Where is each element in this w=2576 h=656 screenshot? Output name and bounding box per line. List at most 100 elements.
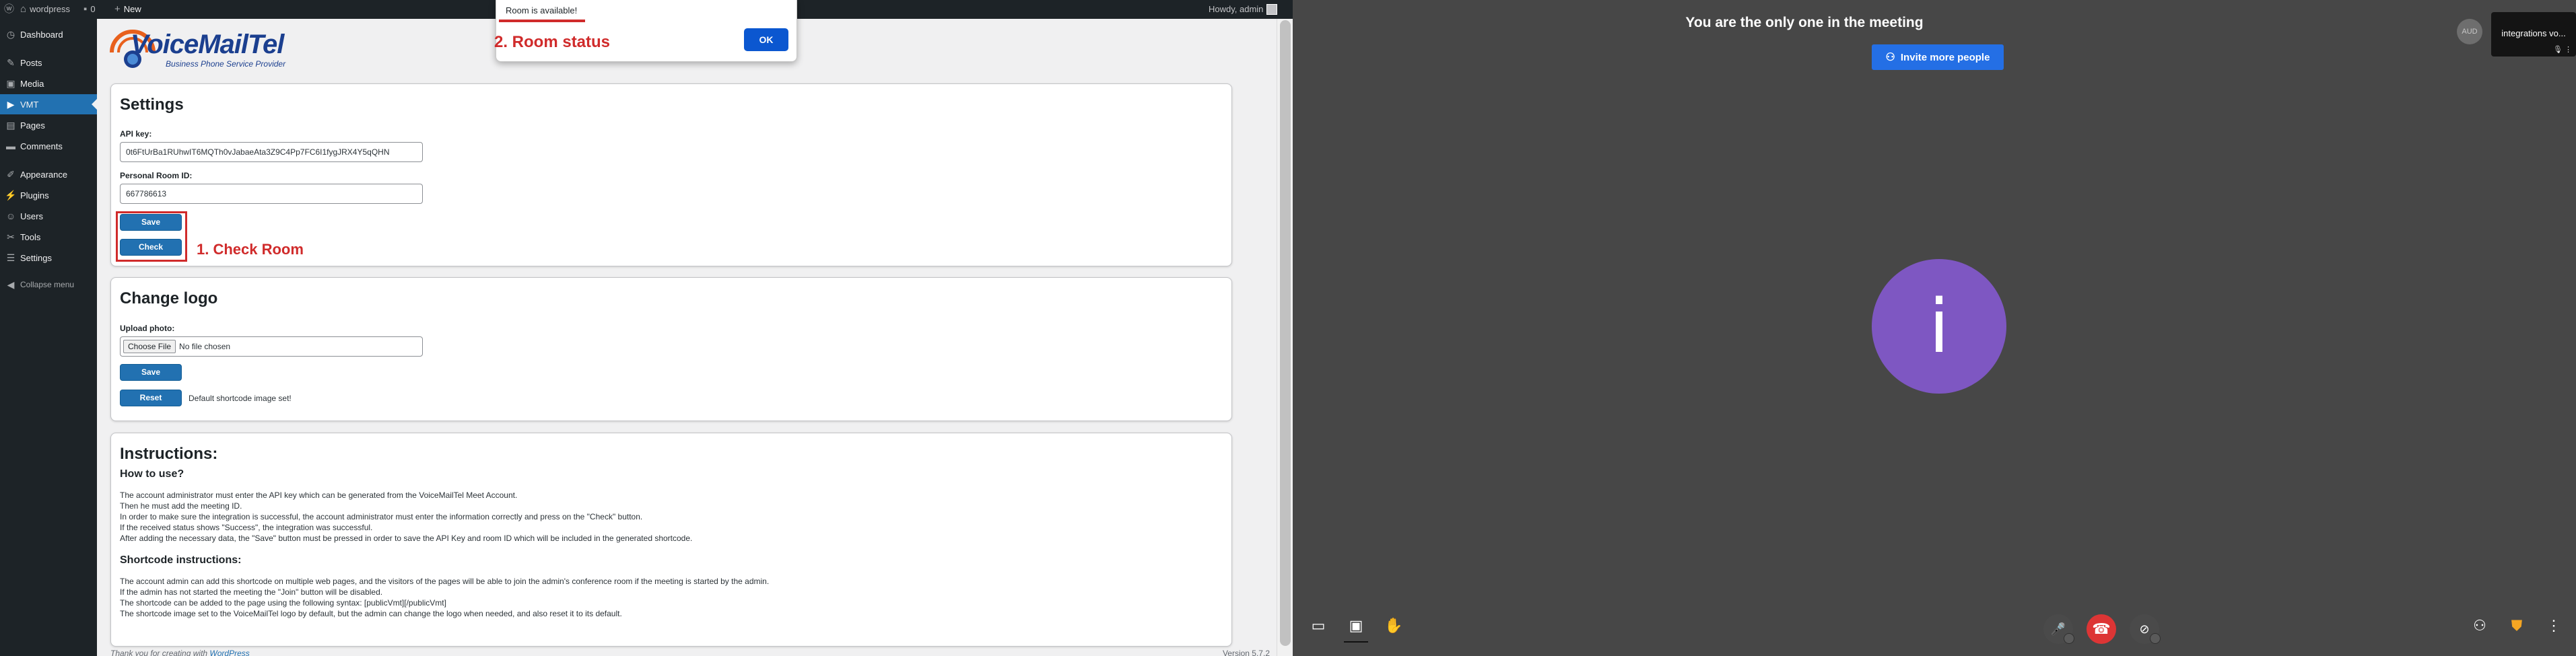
how-to-heading: How to use? [120,468,184,480]
alert-message: Room is available! [506,5,578,15]
instruction-line: The account administrator must enter the… [120,490,518,500]
site-name-link[interactable]: ⌂ wordpress [20,0,70,19]
user-icon: ☺ [5,211,16,221]
sidebar-item-appearance[interactable]: ✐ Appearance [0,164,97,184]
screen-share-icon[interactable]: ▣ [1344,614,1368,638]
plus-icon: + [114,3,121,15]
reset-logo-button[interactable]: Reset [120,390,182,406]
comment-icon: ▪ [83,3,88,15]
instructions-title: Instructions: [120,445,218,463]
room-id-input[interactable] [120,184,423,204]
comments-link[interactable]: ▪ 0 [83,0,96,19]
sidebar-item-comments[interactable]: ▬ Comments [0,136,97,156]
instruction-line: After adding the necessary data, the "Sa… [120,534,693,543]
camera-off-icon: ⊘ [2139,622,2150,636]
settings-card: Settings API key: Personal Room ID: Save… [110,83,1232,266]
instruction-line: In order to make sure the integration is… [120,512,643,521]
sidebar-item-users[interactable]: ☺ Users [0,206,97,226]
settings-icon: ☰ [6,252,15,263]
alert-message-underline [499,20,585,22]
page-icon: ▤ [6,119,15,131]
brush-icon: ✐ [7,168,15,180]
shortcode-line: If the admin has not started the meeting… [120,587,383,597]
upload-photo-label: Upload photo: [120,324,175,333]
shortcode-heading: Shortcode instructions: [120,554,242,566]
invite-more-people-button[interactable]: ⚇ Invite more people [1872,44,2004,70]
room-status-alert: Room is available! OK [496,0,797,62]
shortcode-line: The shortcode can be added to the page u… [120,598,446,608]
mic-options-toggle[interactable] [2064,633,2074,644]
change-logo-card: Change logo Upload photo: Choose File No… [110,277,1232,421]
room-id-label: Personal Room ID: [120,171,193,180]
media-icon: ▣ [6,77,15,89]
sidebar-item-settings[interactable]: ☰ Settings [0,248,97,268]
change-logo-title: Change logo [120,289,218,307]
shortcode-line: The shortcode image set to the VoiceMail… [120,609,622,618]
meeting-pane: You are the only one in the meeting ⚇ In… [1293,0,2576,656]
scrollbar-thumb[interactable] [1280,20,1291,646]
wp-logo-icon[interactable]: ⓦ [4,0,14,19]
account-menu[interactable]: Howdy, admin [1209,0,1278,19]
api-key-input[interactable] [120,142,423,162]
sidebar-item-vmt[interactable]: ▶ VMT [0,94,97,114]
screen-share-indicator [1344,641,1368,643]
self-video-tile[interactable]: integrations vo... 🎙 ⋮ [2491,12,2576,57]
video-icon: ▶ [7,98,15,110]
check-room-button[interactable]: Check [120,239,182,256]
sidebar-item-plugins[interactable]: ⚡ Plugins [0,185,97,205]
avatar-icon [1266,4,1278,15]
sidebar-item-media[interactable]: ▣ Media [0,73,97,94]
microphone-button[interactable]: 🎤 [2043,614,2074,644]
page-scrollbar[interactable] [1277,19,1293,656]
check-room-annotation: 1. Check Room [197,241,304,258]
choose-file-button[interactable]: Choose File [123,340,176,353]
instruction-line: If the received status shows "Success", … [120,523,373,532]
save-logo-button[interactable]: Save [120,364,182,381]
hang-up-button[interactable]: ☎ [2087,614,2116,644]
audio-only-avatar: AUD [2457,19,2482,44]
more-options-icon[interactable]: ⋮ [2542,614,2566,638]
sidebar-item-tools[interactable]: ✂ Tools [0,227,97,247]
wrench-icon: ✂ [7,231,15,242]
security-shield-icon[interactable]: ⛊ [2505,614,2529,638]
dashboard-icon: ◷ [6,28,15,40]
wordpress-admin-pane: ⓦ ⌂ wordpress ▪ 0 + New Howdy, admin ◷ D… [0,0,1293,656]
camera-button[interactable]: ⊘ [2130,614,2161,644]
more-icon: ⋮ [2565,46,2572,54]
new-content-link[interactable]: + New [114,0,141,19]
self-tile-name: integrations vo... [2501,28,2566,38]
upload-photo-input[interactable]: Choose File No file chosen [120,336,423,357]
sidebar-item-dashboard[interactable]: ◷ Dashboard [0,24,97,44]
microphone-icon: 🎤 [2050,622,2066,636]
wordpress-link[interactable]: WordPress [209,649,249,656]
settings-title: Settings [120,96,184,114]
meeting-status-title: You are the only one in the meeting [1685,15,1924,30]
instruction-line: Then he must add the meeting ID. [120,501,242,511]
admin-sidebar: ◷ Dashboard ✎ Posts ▣ Media ▶ VMT ▤ Page… [0,19,97,656]
shortcode-line: The account admin can add this shortcode… [120,577,770,586]
pin-icon: ✎ [7,57,15,68]
self-tile-status-icons: 🎙 ⋮ [2553,45,2572,54]
collapse-menu-button[interactable]: ◀ Collapse menu [0,275,97,295]
participant-avatar: i [1872,259,2006,394]
raise-hand-icon[interactable]: ✋ [1382,614,1406,638]
participants-icon[interactable]: ⚇ [2468,614,2492,638]
reset-status-text: Default shortcode image set! [189,394,292,403]
add-person-icon: ⚇ [1885,52,1895,63]
sidebar-item-pages[interactable]: ▤ Pages [0,115,97,135]
plug-icon: ⚡ [5,189,17,201]
hang-up-icon: ☎ [2092,620,2111,637]
sidebar-item-posts[interactable]: ✎ Posts [0,52,97,73]
room-status-annotation: 2. Room status [494,33,611,51]
chat-icon[interactable]: ▭ [1306,614,1330,638]
save-settings-button[interactable]: Save [120,214,182,231]
home-icon: ⌂ [20,3,27,15]
mic-muted-icon: 🎙 [2552,46,2563,54]
camera-options-toggle[interactable] [2150,633,2161,644]
api-key-label: API key: [120,129,152,139]
alert-ok-button[interactable]: OK [744,28,788,51]
file-status: No file chosen [179,342,231,351]
instructions-card: Instructions: How to use? The account ad… [110,433,1232,647]
footer-version: Version 5.7.2 [1222,649,1270,656]
collapse-icon: ◀ [7,279,15,290]
